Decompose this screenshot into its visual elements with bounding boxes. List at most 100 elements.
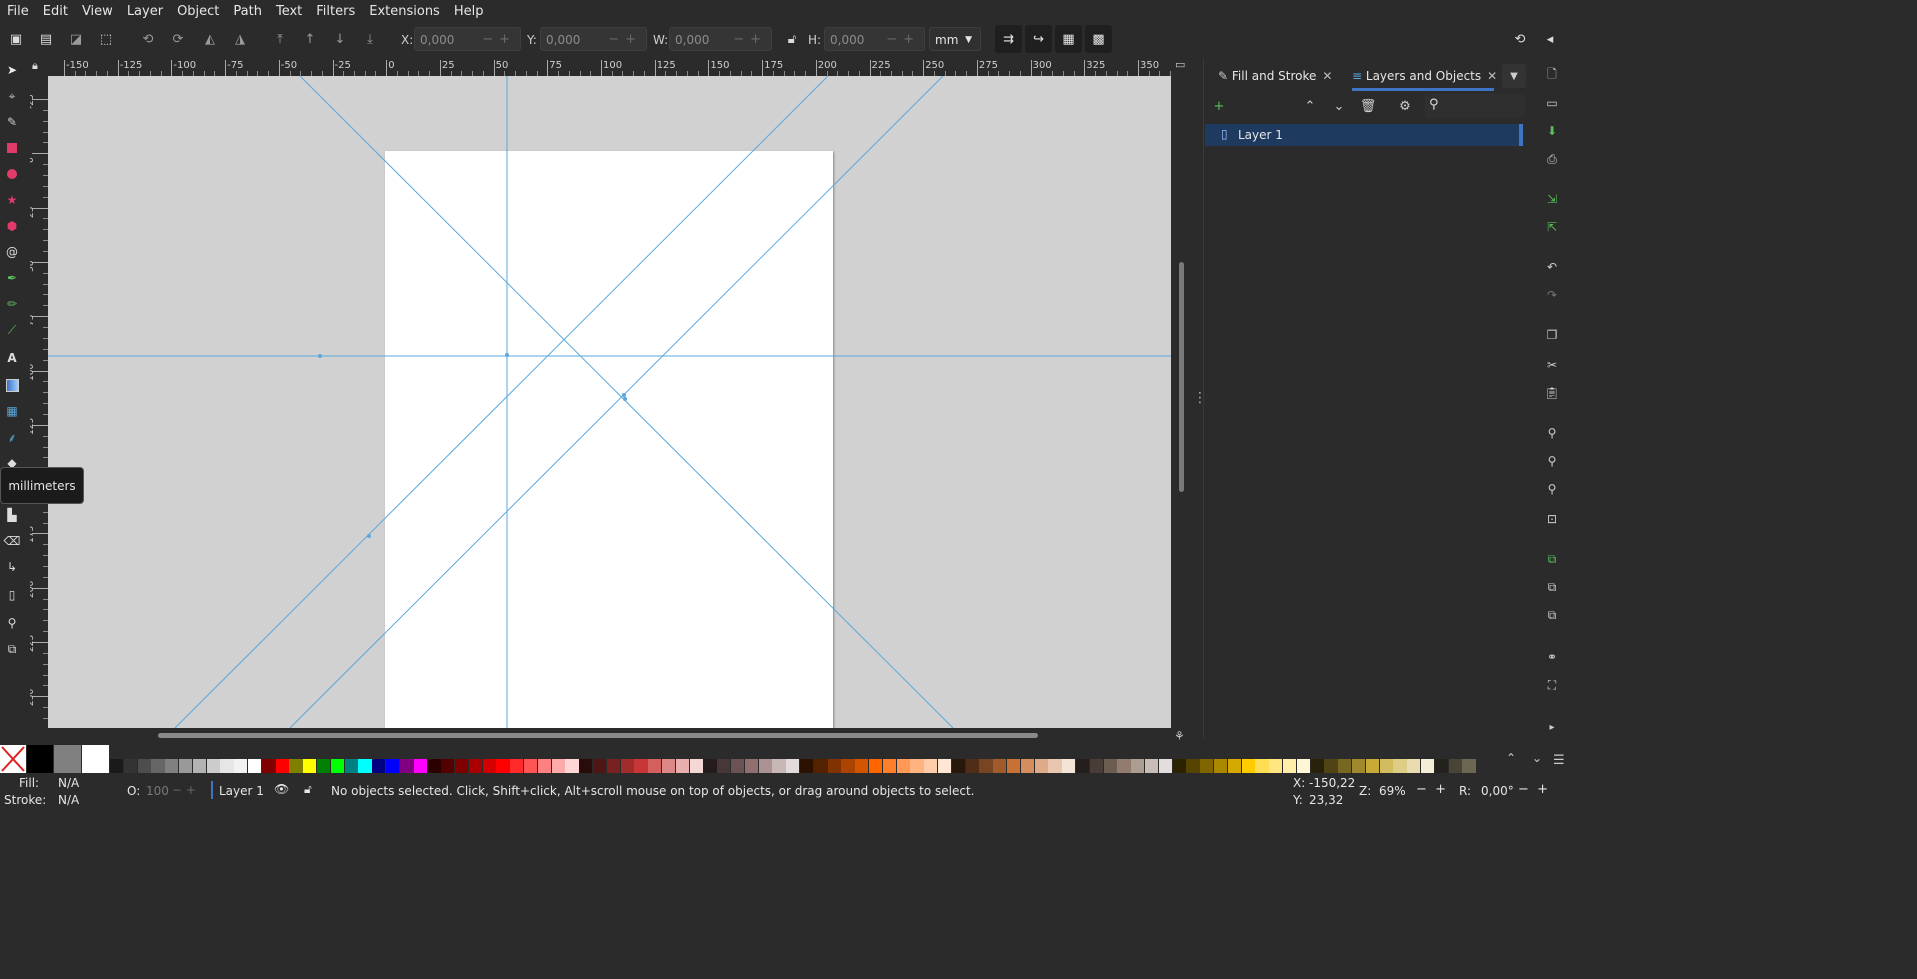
eraser-tool-icon[interactable]: ⌫ (3, 532, 21, 550)
mesh-tool-icon[interactable]: ▦ (3, 402, 21, 420)
menu-text[interactable]: Text (269, 4, 309, 19)
opacity-input[interactable]: 100 − + (140, 780, 198, 800)
color-swatch[interactable] (1200, 759, 1214, 773)
color-swatch[interactable] (1034, 759, 1048, 773)
color-swatch[interactable] (993, 759, 1007, 773)
black-swatch[interactable] (27, 745, 53, 773)
lock-proportions-icon[interactable]: 🔓︎ (780, 28, 804, 50)
color-swatch[interactable] (1269, 759, 1283, 773)
color-swatch[interactable] (910, 759, 924, 773)
zoom-selection-icon[interactable]: ⚲ (1543, 424, 1561, 442)
undo-icon[interactable]: ↶ (1543, 258, 1561, 276)
color-swatch[interactable] (1214, 759, 1228, 773)
color-swatch[interactable] (606, 759, 621, 773)
color-swatch[interactable] (427, 759, 441, 773)
color-swatch[interactable] (841, 759, 855, 773)
connector-tool-icon[interactable]: ↳ (3, 558, 21, 576)
color-swatch[interactable] (1379, 759, 1393, 773)
gear-icon[interactable]: ⚙ (1395, 96, 1415, 116)
color-swatch[interactable] (496, 759, 510, 773)
copy-icon[interactable]: ❐ (1543, 326, 1561, 344)
color-swatch[interactable] (1241, 759, 1255, 773)
color-swatch[interactable] (1407, 759, 1421, 773)
color-swatch[interactable] (179, 759, 193, 773)
export-icon[interactable]: ⇱ (1543, 218, 1561, 236)
fill-value[interactable]: N/A (58, 776, 79, 790)
dropper-tool-icon[interactable]: ⸙ (3, 428, 21, 446)
color-swatch[interactable] (455, 759, 469, 773)
text-tool-icon[interactable]: A (3, 349, 21, 367)
visibility-icon[interactable]: 👁︎ (274, 782, 289, 796)
canvas-menu-icon[interactable]: ▭ (1175, 58, 1185, 71)
chevron-up-icon[interactable]: ⌃ (1506, 751, 1516, 765)
rotate-ccw-icon[interactable]: ⟲ (136, 28, 160, 50)
add-layer-icon[interactable]: + (1209, 96, 1229, 116)
guide-anchor[interactable] (318, 354, 322, 358)
color-swatch[interactable] (123, 759, 138, 773)
color-swatch[interactable] (620, 759, 634, 773)
color-swatch[interactable] (1145, 759, 1159, 773)
import-icon[interactable]: ⇲ (1543, 190, 1561, 208)
scale-stroke-icon[interactable]: ⇉ (995, 25, 1022, 53)
more-commands-icon[interactable]: ▸ (1543, 718, 1561, 736)
color-mode-icon[interactable]: ⚘ (1174, 729, 1185, 743)
zoom-drawing-icon[interactable]: ⚲ (1543, 452, 1561, 470)
color-swatch[interactable] (1421, 759, 1435, 773)
current-layer[interactable]: Layer 1 (219, 784, 264, 798)
color-swatch[interactable] (1117, 759, 1131, 773)
color-swatch[interactable] (151, 759, 165, 773)
raise-icon[interactable]: ↑ (298, 28, 322, 50)
scale-radii-icon[interactable]: ↪ (1025, 25, 1052, 53)
color-swatch[interactable] (1020, 759, 1035, 773)
color-swatch[interactable] (951, 759, 966, 773)
move-patterns-icon[interactable]: ▩ (1085, 25, 1112, 53)
w-input[interactable]: 0,000 −+ (669, 27, 772, 51)
move-up-icon[interactable]: ⌃ (1300, 96, 1320, 116)
tab-layers-and-objects[interactable]: ≡ Layers and Objects ✕ (1352, 64, 1497, 88)
w-stepper[interactable]: −+ (733, 28, 767, 52)
color-swatch[interactable] (827, 759, 841, 773)
pen-tool-icon[interactable]: ✒ (3, 269, 21, 287)
color-swatch[interactable] (1434, 759, 1449, 773)
color-swatch[interactable] (289, 759, 303, 773)
color-swatch[interactable] (800, 759, 814, 773)
color-swatch[interactable] (938, 759, 952, 773)
color-swatch[interactable] (1172, 759, 1186, 773)
color-swatch[interactable] (1296, 759, 1311, 773)
spiral-tool-icon[interactable]: @ (3, 243, 21, 261)
color-swatch[interactable] (662, 759, 676, 773)
rotation-stepper[interactable]: − + (1518, 782, 1548, 797)
color-swatch[interactable] (165, 759, 179, 773)
color-swatch[interactable] (482, 759, 496, 773)
paste-icon[interactable]: 📋︎ (1543, 384, 1561, 402)
menu-help[interactable]: Help (447, 4, 491, 19)
color-swatch[interactable] (924, 759, 938, 773)
y-input[interactable]: 0,000 −+ (540, 27, 647, 51)
color-swatch[interactable] (813, 759, 828, 773)
color-swatch[interactable] (220, 759, 234, 773)
palette-menu-icon[interactable]: ☰ (1553, 753, 1565, 768)
color-swatch[interactable] (317, 759, 331, 773)
color-swatch[interactable] (1338, 759, 1352, 773)
zoom-stepper[interactable]: − + (1416, 782, 1446, 797)
color-swatch[interactable] (1131, 759, 1145, 773)
unlink-clone-icon[interactable]: ⧉ (1543, 606, 1561, 624)
white-swatch[interactable] (82, 745, 109, 773)
color-swatch[interactable] (192, 759, 207, 773)
color-swatch[interactable] (551, 759, 565, 773)
color-swatch[interactable] (703, 759, 717, 773)
menu-layer[interactable]: Layer (120, 4, 170, 19)
color-swatch[interactable] (1448, 759, 1462, 773)
lock-guides-icon[interactable]: 🔒︎ (32, 59, 38, 73)
select-all-icon[interactable]: ▣ (4, 28, 28, 50)
color-swatch[interactable] (358, 759, 372, 773)
flip-horizontal-icon[interactable]: ◭ (198, 28, 222, 50)
vertical-ruler[interactable]: -250255075100125150175200225250 (30, 76, 49, 728)
color-swatch[interactable] (1324, 759, 1338, 773)
menu-path[interactable]: Path (226, 4, 269, 19)
snap-menu-icon[interactable]: ◂ (1538, 28, 1562, 50)
move-gradients-icon[interactable]: ▦ (1055, 25, 1082, 53)
h-stepper[interactable]: −+ (886, 28, 920, 52)
stroke-value[interactable]: N/A (58, 793, 79, 807)
close-icon[interactable]: ✕ (1322, 69, 1332, 83)
